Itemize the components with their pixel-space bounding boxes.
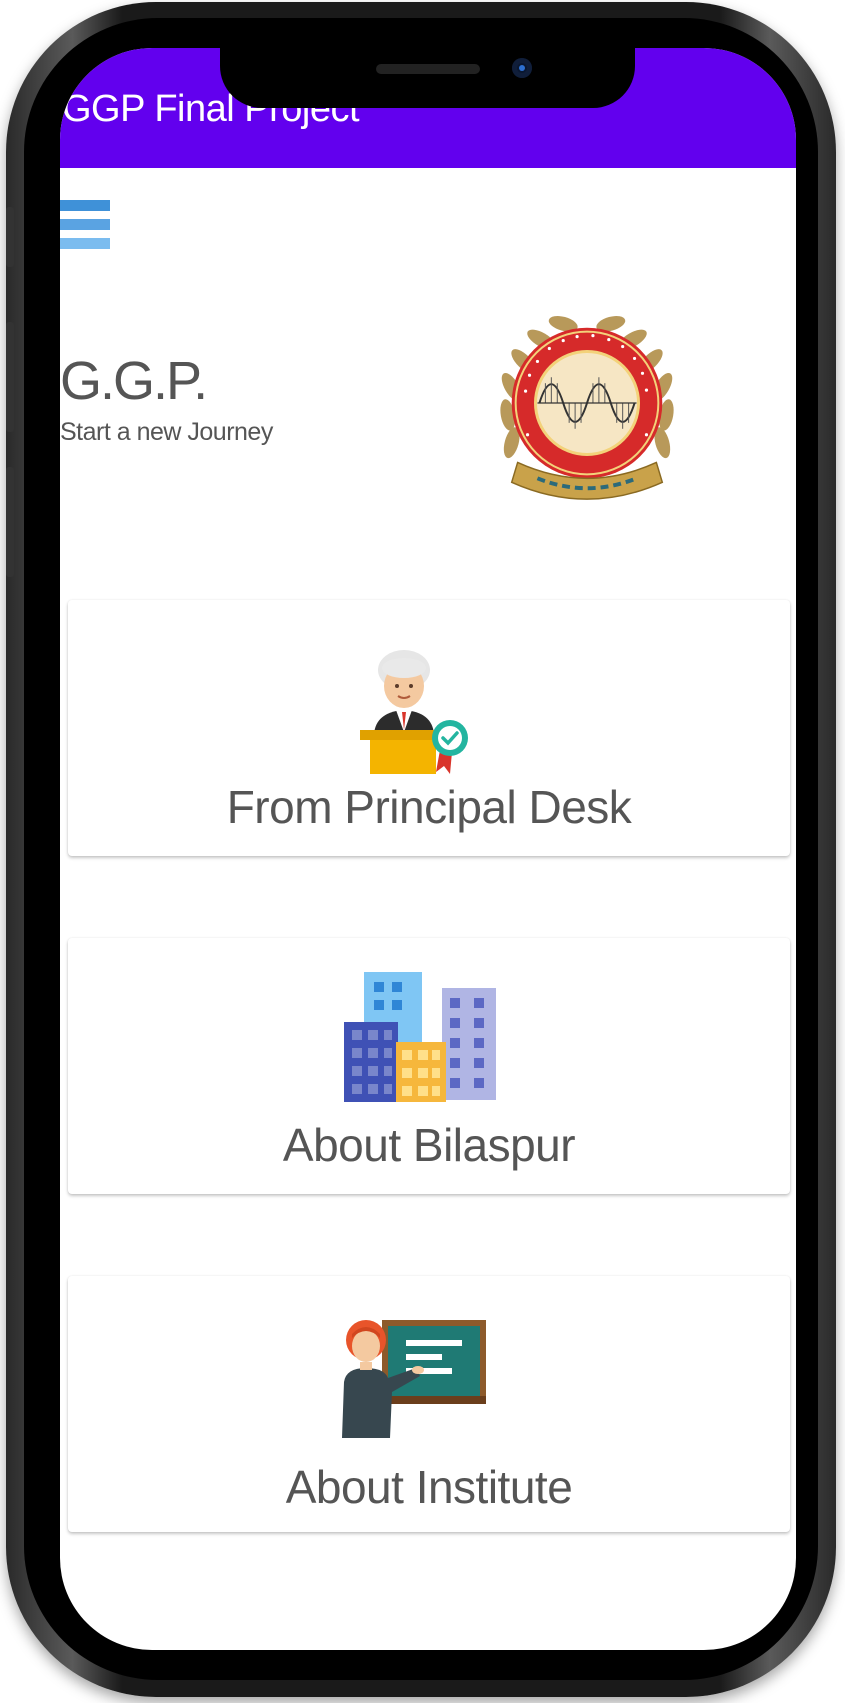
page-subtitle: Start a new Journey xyxy=(60,418,273,446)
card-label: From Principal Desk xyxy=(226,781,632,833)
front-camera xyxy=(512,58,532,78)
teacher-board-icon xyxy=(342,1320,486,1438)
notch xyxy=(220,48,635,108)
principal-desk-card[interactable]: From Principal Desk xyxy=(68,600,790,856)
college-emblem-icon xyxy=(500,316,674,500)
principal-podium-icon xyxy=(360,650,468,774)
card-label: About Institute xyxy=(285,1461,573,1513)
page-title: G.G.P. xyxy=(60,351,208,411)
city-buildings-icon xyxy=(344,972,496,1102)
mute-switch xyxy=(6,207,14,267)
app-screen: GGP Final Project G.G.P. Start a new Jou… xyxy=(60,48,796,1650)
about-institute-card[interactable]: About Institute xyxy=(68,1276,790,1532)
volume-down-button xyxy=(6,467,14,577)
volume-up-button xyxy=(6,322,14,432)
hamburger-menu-icon[interactable] xyxy=(60,200,112,256)
about-bilaspur-card[interactable]: About Bilaspur xyxy=(68,938,790,1194)
card-label: About Bilaspur xyxy=(282,1119,576,1171)
speaker-grille xyxy=(376,64,480,74)
